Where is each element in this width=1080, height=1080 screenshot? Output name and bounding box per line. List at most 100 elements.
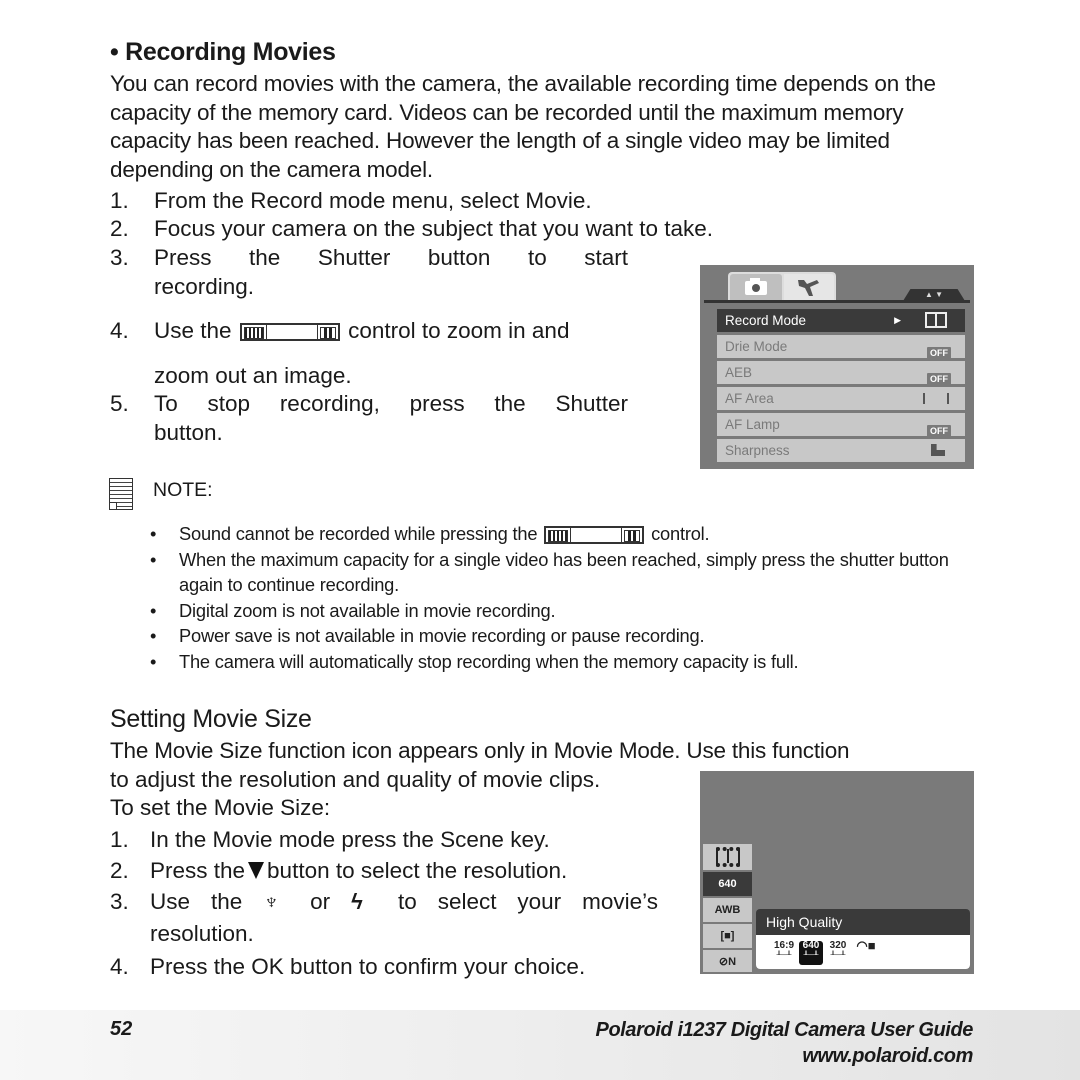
- menu-row-af-area[interactable]: AF Area: [717, 387, 965, 410]
- step-text: Focus your camera on the subject that yo…: [154, 216, 714, 241]
- option-web[interactable]: ◠■: [854, 938, 878, 965]
- movie-size-screen: 640 AWB [■] ⊘N High Quality 16:9 ╨─╨ 640 ╨…: [700, 771, 974, 974]
- step-number: 5.: [110, 391, 129, 416]
- movie-film-icon: [715, 847, 740, 867]
- tools-icon: [798, 280, 819, 296]
- resolution-options: 16:9 ╨─╨ 640 ╨─╨ 320 ╨─╨ ◠■: [756, 935, 970, 969]
- step-text-pre: Press the: [150, 858, 246, 883]
- off-badge: OFF: [927, 373, 951, 385]
- step-number: 4.: [110, 318, 129, 343]
- step-text: Use the ♆ or ϟ to select your movie’s: [150, 887, 658, 916]
- option-16-9[interactable]: 16:9 ╨─╨: [772, 941, 796, 965]
- tripod-icon: ╨─╨: [830, 952, 846, 959]
- step-text-cont: resolution.: [150, 921, 254, 946]
- note-bullet: Power save is not available in movie rec…: [150, 623, 980, 649]
- menu-row-af-lamp[interactable]: AF Lamp OFF: [717, 413, 965, 437]
- tab-camera[interactable]: [730, 274, 782, 300]
- menu-row-label: Sharpness: [725, 443, 790, 458]
- note-bullet: When the maximum capacity for a single v…: [150, 547, 980, 598]
- step-text: In the Movie mode press the Scene key.: [150, 827, 550, 852]
- step-text-pre: Use the: [154, 318, 232, 343]
- step-text: From the Record mode menu, select Movie.: [154, 188, 592, 213]
- tripod-icon: ╨─╨: [803, 952, 819, 959]
- menu-row-label: Record Mode: [725, 313, 807, 328]
- step-number: 1.: [110, 827, 129, 852]
- side-item-metering[interactable]: [■]: [703, 924, 752, 948]
- footer-title: Polaroid i1237 Digital Camera User Guide…: [595, 1017, 974, 1069]
- website-link[interactable]: www.polaroid.com: [596, 1043, 973, 1069]
- side-item-awb[interactable]: AWB: [703, 898, 752, 922]
- step-number: 3.: [110, 245, 129, 270]
- menu-row-aeb[interactable]: AEB OFF: [717, 361, 965, 385]
- side-item-resolution[interactable]: 640: [703, 872, 752, 896]
- step-text-pre: Use the: [150, 889, 243, 914]
- menu-row-label: Drie Mode: [725, 339, 788, 354]
- web-video-icon: ◠■: [856, 938, 876, 953]
- tab-setup[interactable]: [784, 274, 834, 300]
- note-text: control.: [651, 523, 710, 544]
- note-label: NOTE:: [153, 479, 213, 501]
- step-text: To stop recording, press the Shutter: [154, 391, 628, 416]
- option-label: 320: [829, 940, 847, 951]
- option-label: 16:9: [773, 940, 794, 951]
- macro-icon: ♆: [263, 889, 280, 914]
- flash-icon: ϟ: [351, 889, 363, 914]
- menu-row-sharpness[interactable]: Sharpness: [717, 439, 965, 462]
- tripod-icon: ╨─╨: [776, 952, 792, 959]
- step-text: Press the button to select the resolution…: [150, 856, 567, 885]
- quality-title: High Quality: [766, 914, 843, 930]
- movie-film-icon: [925, 312, 947, 328]
- movie-size-intro-cont: to adjust the resolution and quality of …: [110, 767, 601, 792]
- step-number: 2.: [110, 216, 129, 241]
- step-text-cont: zoom out an image.: [154, 363, 352, 388]
- off-badge: OFF: [927, 425, 951, 437]
- movie-size-intro: The Movie Size function icon appears onl…: [110, 738, 850, 763]
- menu-row-drive-mode[interactable]: Drie Mode OFF: [717, 335, 965, 359]
- step-text-cont: button.: [154, 420, 223, 445]
- note-bullet: Digital zoom is not available in movie r…: [150, 598, 980, 624]
- record-menu-screen: ▲ ▼ Record Mode ▶ Drie Mode OFF AEB OFF …: [700, 265, 974, 469]
- note-bullets: Sound cannot be recorded while pressing …: [150, 521, 980, 674]
- side-item-movie[interactable]: [703, 844, 752, 870]
- step-text: Press the Shutter button to start: [154, 245, 628, 270]
- note-text: Sound cannot be recorded while pressing …: [179, 523, 538, 544]
- step-text-or: or: [310, 889, 331, 914]
- section-heading-movie-size: Setting Movie Size: [110, 705, 312, 733]
- zoom-control-icon: [544, 526, 645, 545]
- menu-tabs: [728, 272, 836, 300]
- menu-row-record-mode[interactable]: Record Mode ▶: [717, 309, 965, 332]
- menu-divider: [704, 300, 970, 303]
- option-label: 640: [802, 940, 820, 951]
- note-icon: [109, 478, 133, 510]
- menu-row-label: AF Area: [725, 391, 774, 406]
- zoom-control-icon: [239, 323, 340, 342]
- page-number: 52: [110, 1018, 133, 1040]
- quality-panel: High Quality 16:9 ╨─╨ 640 ╨─╨ 320 ╨─╨ ◠■: [756, 909, 970, 969]
- guide-title: Polaroid i1237 Digital Camera User Guide: [595, 1019, 974, 1041]
- option-640[interactable]: 640 ╨─╨: [799, 941, 823, 965]
- option-320[interactable]: 320 ╨─╨: [826, 941, 850, 965]
- step-text: Press the OK button to confirm your choi…: [150, 954, 586, 979]
- color-effect-icon: ⊘N: [718, 955, 737, 968]
- step-number: 4.: [110, 954, 129, 979]
- movie-size-lead: To set the Movie Size:: [110, 795, 331, 820]
- off-badge: OFF: [927, 347, 951, 359]
- section-heading-recording-movies: • Recording Movies: [110, 38, 336, 66]
- af-area-icon: [923, 393, 949, 404]
- down-arrow-icon: [248, 861, 265, 879]
- sharpness-icon: [931, 444, 945, 456]
- step-text: Use the control to zoom in and: [154, 316, 569, 345]
- recording-intro-paragraph: You can record movies with the camera, t…: [110, 71, 936, 182]
- step-number: 2.: [110, 858, 129, 883]
- step-text-post: button to select the resolution.: [267, 858, 568, 883]
- submenu-arrow-icon: ▶: [894, 315, 901, 325]
- menu-row-label: AEB: [725, 365, 753, 380]
- note-bullet: Sound cannot be recorded while pressing …: [150, 521, 980, 547]
- step-text-cont: recording.: [154, 274, 255, 299]
- step-text-post: to select your movie’s: [398, 889, 658, 914]
- menu-row-label: AF Lamp: [725, 417, 780, 432]
- step-number: 3.: [110, 889, 129, 914]
- camera-icon: [745, 278, 767, 295]
- side-item-color-effect[interactable]: ⊘N: [703, 950, 752, 972]
- step-text-post: control to zoom in and: [348, 318, 570, 343]
